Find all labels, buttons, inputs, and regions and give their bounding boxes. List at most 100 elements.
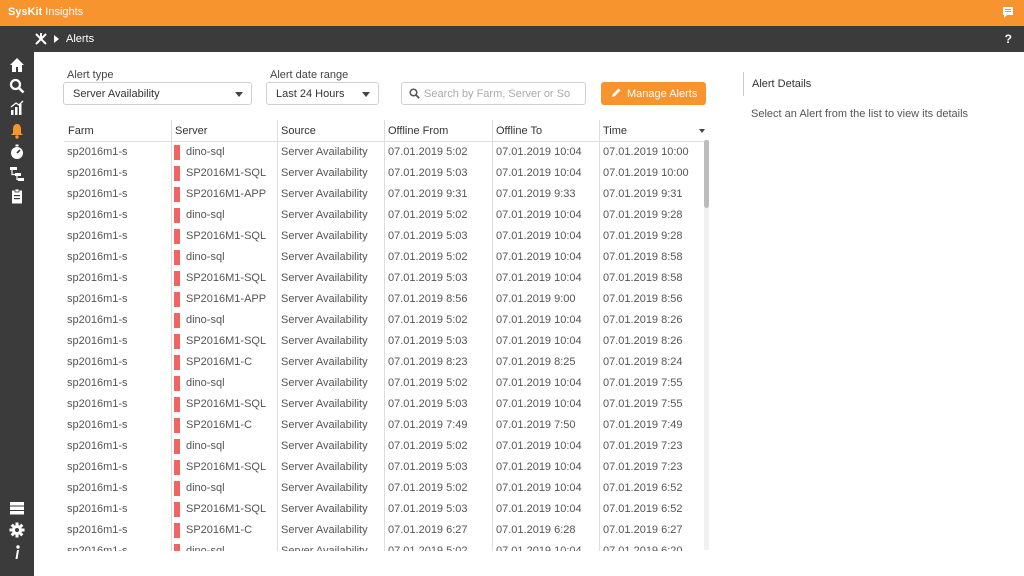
cell-server: SP2016M1-SQL xyxy=(174,499,274,520)
server-name: dino-sql xyxy=(186,251,225,263)
cell-offline-from: 07.01.2019 8:56 xyxy=(388,293,468,305)
column-header-offline-to[interactable]: Offline To xyxy=(492,120,599,142)
details-divider xyxy=(743,72,744,96)
cell-server: SP2016M1-SQL xyxy=(174,394,274,415)
table-row[interactable]: sp2016m1-s dino-sql Server Availability 07.… xyxy=(64,373,704,394)
table-row[interactable]: sp2016m1-s dino-sql Server Availability 07.… xyxy=(64,478,704,499)
cell-offline-to: 07.01.2019 10:04 xyxy=(496,545,582,551)
cell-offline-to: 07.01.2019 10:04 xyxy=(496,272,582,284)
table-row[interactable]: sp2016m1-s SP2016M1-SQL Server Availabilit… xyxy=(64,163,704,184)
server-name: dino-sql xyxy=(186,146,225,158)
cell-time: 07.01.2019 8:58 xyxy=(603,251,683,263)
cell-time: 07.01.2019 8:24 xyxy=(603,356,683,368)
sort-desc-icon[interactable] xyxy=(699,129,705,133)
search-icon[interactable] xyxy=(9,78,25,94)
scrollbar-thumb[interactable] xyxy=(704,140,709,208)
cell-farm: sp2016m1-s xyxy=(67,377,128,389)
bell-icon[interactable] xyxy=(9,123,25,139)
manage-alerts-button[interactable]: Manage Alerts xyxy=(601,82,706,105)
chat-icon[interactable] xyxy=(1002,6,1014,19)
cell-farm: sp2016m1-s xyxy=(67,146,128,158)
cell-offline-from: 07.01.2019 5:03 xyxy=(388,335,468,347)
column-header-farm[interactable]: Farm xyxy=(64,120,171,142)
cell-time: 07.01.2019 9:28 xyxy=(603,230,683,242)
cell-offline-to: 07.01.2019 10:04 xyxy=(496,335,582,347)
table-row[interactable]: sp2016m1-s dino-sql Server Availability 07.… xyxy=(64,310,704,331)
gear-icon[interactable] xyxy=(9,522,25,538)
cell-offline-from: 07.01.2019 5:03 xyxy=(388,167,468,179)
table-row[interactable]: sp2016m1-s SP2016M1-C Server Availability 0… xyxy=(64,520,704,541)
home-icon[interactable] xyxy=(9,57,25,73)
server-status-marker xyxy=(174,166,180,181)
table-row[interactable]: sp2016m1-s dino-sql Server Availability 07.… xyxy=(64,436,704,457)
cell-server: dino-sql xyxy=(174,247,274,268)
cell-farm: sp2016m1-s xyxy=(67,230,128,242)
hierarchy-icon[interactable] xyxy=(9,166,25,182)
table-row[interactable]: sp2016m1-s dino-sql Server Availability 07.… xyxy=(64,205,704,226)
server-status-marker xyxy=(174,418,180,433)
server-stack-icon[interactable] xyxy=(9,500,25,516)
alert-details-empty-message: Select an Alert from the list to view it… xyxy=(751,108,969,120)
column-header-offline-from[interactable]: Offline From xyxy=(384,120,492,142)
server-status-marker xyxy=(174,481,180,496)
cell-time: 07.01.2019 10:00 xyxy=(603,146,689,158)
cell-offline-from: 07.01.2019 5:03 xyxy=(388,230,468,242)
cell-offline-from: 07.01.2019 5:02 xyxy=(388,377,468,389)
cell-offline-to: 07.01.2019 10:04 xyxy=(496,209,582,221)
search-box[interactable] xyxy=(401,82,586,105)
cell-source: Server Availability xyxy=(281,440,368,452)
cell-offline-to: 07.01.2019 10:04 xyxy=(496,482,582,494)
brand-name: SysKit xyxy=(8,6,43,18)
server-name: SP2016M1-C xyxy=(186,419,253,431)
alert-type-select[interactable]: Server Availability xyxy=(63,82,252,105)
clipboard-icon[interactable] xyxy=(9,188,25,204)
cell-farm: sp2016m1-s xyxy=(67,461,128,473)
column-header-source[interactable]: Source xyxy=(277,120,384,142)
chart-icon[interactable] xyxy=(9,100,25,116)
table-row[interactable]: sp2016m1-s SP2016M1-SQL Server Availabilit… xyxy=(64,331,704,352)
cell-server: dino-sql xyxy=(174,436,274,457)
table-row[interactable]: sp2016m1-s SP2016M1-C Server Availability 0… xyxy=(64,415,704,436)
server-name: SP2016M1-APP xyxy=(186,293,267,305)
table-row[interactable]: sp2016m1-s SP2016M1-SQL Server Availabilit… xyxy=(64,394,704,415)
breadcrumb-current: Alerts xyxy=(66,33,95,45)
table-row[interactable]: sp2016m1-s SP2016M1-SQL Server Availabilit… xyxy=(64,268,704,289)
chevron-down-icon xyxy=(235,92,243,97)
table-header: Farm Server Source Offline From Offline … xyxy=(64,120,709,142)
column-header-time[interactable]: Time xyxy=(599,120,709,142)
stopwatch-icon[interactable] xyxy=(9,144,25,160)
cell-offline-from: 07.01.2019 6:27 xyxy=(388,524,468,536)
server-status-marker xyxy=(174,187,180,202)
server-status-marker xyxy=(174,460,180,475)
cell-offline-to: 07.01.2019 10:04 xyxy=(496,377,582,389)
help-icon[interactable]: ? xyxy=(1005,32,1012,46)
table-row[interactable]: sp2016m1-s dino-sql Server Availability 07.… xyxy=(64,541,704,551)
table-row[interactable]: sp2016m1-s dino-sql Server Availability 07.… xyxy=(64,247,704,268)
cell-source: Server Availability xyxy=(281,503,368,515)
server-status-marker xyxy=(174,523,180,538)
cell-source: Server Availability xyxy=(281,377,368,389)
syskit-logo-icon[interactable] xyxy=(34,32,48,46)
cell-server: dino-sql xyxy=(174,541,274,551)
date-range-select[interactable]: Last 24 Hours xyxy=(266,82,379,105)
server-status-marker xyxy=(174,250,180,265)
server-name: SP2016M1-SQL xyxy=(186,167,267,179)
alert-type-value: Server Availability xyxy=(73,88,160,100)
server-status-marker xyxy=(174,229,180,244)
cell-time: 07.01.2019 7:23 xyxy=(603,461,683,473)
table-scrollbar[interactable] xyxy=(704,140,709,550)
table-row[interactable]: sp2016m1-s SP2016M1-APP Server Availabilit… xyxy=(64,289,704,310)
cell-offline-from: 07.01.2019 9:31 xyxy=(388,188,468,200)
search-input[interactable] xyxy=(424,86,582,101)
alert-type-label: Alert type xyxy=(67,69,114,81)
table-row[interactable]: sp2016m1-s dino-sql Server Availability 07.… xyxy=(64,142,704,163)
chevron-down-icon xyxy=(362,92,370,97)
table-row[interactable]: sp2016m1-s SP2016M1-SQL Server Availabilit… xyxy=(64,226,704,247)
table-row[interactable]: sp2016m1-s SP2016M1-APP Server Availabilit… xyxy=(64,184,704,205)
table-row[interactable]: sp2016m1-s SP2016M1-SQL Server Availabilit… xyxy=(64,499,704,520)
info-icon[interactable] xyxy=(9,544,25,560)
server-name: SP2016M1-C xyxy=(186,356,253,368)
table-row[interactable]: sp2016m1-s SP2016M1-SQL Server Availabilit… xyxy=(64,457,704,478)
column-header-server[interactable]: Server xyxy=(171,120,277,142)
table-row[interactable]: sp2016m1-s SP2016M1-C Server Availability 0… xyxy=(64,352,704,373)
